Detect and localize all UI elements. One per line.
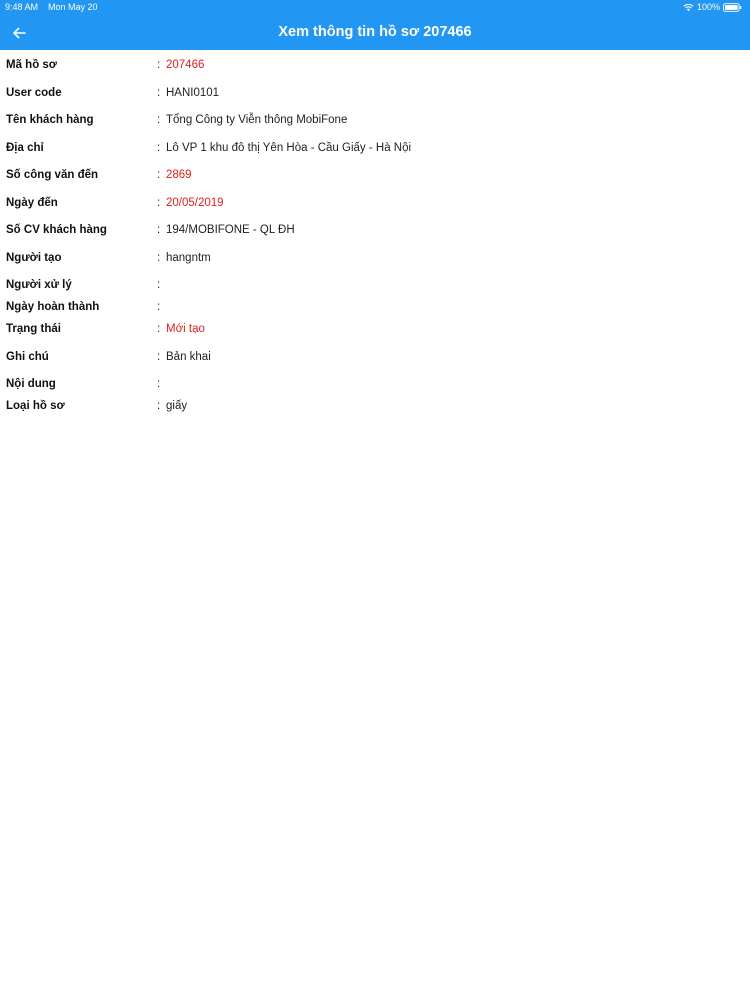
field-label: Trạng thái: [6, 323, 61, 335]
field-label: Ghi chú: [6, 350, 49, 363]
field-row: Người xử lý:: [0, 272, 750, 294]
field-separator: :: [157, 400, 161, 412]
field-label: Người tạo: [6, 251, 62, 264]
record-details: Mã hồ sơ:207466 User code: HANI0101 Tên khá…: [0, 52, 750, 415]
field-value: Mới tạo: [166, 323, 205, 335]
field-separator: :: [157, 279, 161, 291]
battery-percent: 100%: [696, 2, 720, 12]
status-indicators: 100%: [683, 0, 742, 14]
battery-icon: [723, 2, 742, 12]
field-separator: :: [157, 114, 161, 126]
field-separator: :: [157, 251, 161, 264]
field-separator: :: [157, 141, 161, 154]
field-label: Người xử lý: [6, 279, 72, 291]
field-label: Nội dung: [6, 378, 56, 390]
field-separator: :: [157, 350, 161, 363]
field-value: 20/05/2019: [166, 196, 224, 209]
field-separator: :: [157, 86, 161, 99]
field-row: Số CV khách hàng:194/MOBIFONE - QL ĐH: [0, 217, 750, 245]
page-title: Xem thông tin hồ sơ 207466: [278, 24, 472, 40]
status-time: 9:48 AM: [5, 2, 39, 12]
field-row: Tên khách hàng: Tổng Công ty Viễn thông M…: [0, 107, 750, 135]
field-row: User code: HANI0101: [0, 80, 750, 108]
field-row: Mã hồ sơ:207466: [0, 52, 750, 80]
top-bar: 9:48 AM Mon May 20 100% Xem thông tin hồ…: [0, 0, 750, 50]
field-row: Số công văn đến:2869: [0, 162, 750, 190]
field-separator: :: [157, 323, 161, 335]
field-label: Tên khách hàng: [6, 114, 94, 126]
field-separator: :: [157, 224, 161, 236]
status-bar: 9:48 AM Mon May 20 100%: [0, 0, 750, 14]
field-separator: :: [157, 59, 161, 71]
field-value: 194/MOBIFONE - QL ĐH: [166, 224, 295, 236]
field-row: Ngày đến:20/05/2019: [0, 190, 750, 218]
field-row: Người tạo: hangntm: [0, 245, 750, 273]
field-list: Mã hồ sơ:207466 User code: HANI0101 Tên khá…: [0, 52, 750, 415]
field-row: Nội dung:: [0, 371, 750, 393]
field-value: Bản khai: [166, 350, 211, 363]
field-value: giấy: [166, 400, 188, 412]
field-label: Địa chỉ: [6, 141, 44, 154]
field-value: hangntm: [166, 251, 211, 264]
field-row: Trạng thái: Mới tạo: [0, 316, 750, 344]
field-label: Số CV khách hàng: [6, 224, 107, 236]
field-value: 2869: [166, 169, 192, 181]
field-row: Địa chỉ: Lô VP 1 khu đô thị Yên Hòa - Cầu…: [0, 135, 750, 163]
field-separator: :: [157, 378, 161, 390]
field-row: Loại hồ sơ: giấy: [0, 393, 750, 415]
field-label: Ngày hoàn thành: [6, 301, 100, 313]
field-separator: :: [157, 301, 161, 313]
field-label: Ngày đến: [6, 196, 58, 209]
field-value: Tổng Công ty Viễn thông MobiFone: [166, 114, 348, 126]
field-value: Lô VP 1 khu đô thị Yên Hòa - Cầu Giấy - …: [166, 141, 412, 154]
field-label: Loại hồ sơ: [6, 400, 65, 412]
field-value: HANI0101: [166, 86, 220, 99]
field-row: Ghi chú: Bản khai: [0, 344, 750, 372]
field-label: User code: [6, 86, 62, 99]
field-separator: :: [157, 196, 161, 209]
wifi-icon: [683, 3, 694, 11]
field-separator: :: [157, 169, 161, 181]
nav-bar: Xem thông tin hồ sơ 207466: [0, 14, 750, 50]
field-label: Mã hồ sơ: [6, 59, 57, 71]
status-date: Mon May 20: [48, 2, 98, 12]
field-value: 207466: [166, 59, 205, 71]
field-label: Số công văn đến: [6, 169, 99, 181]
field-row: Ngày hoàn thành:: [0, 294, 750, 316]
